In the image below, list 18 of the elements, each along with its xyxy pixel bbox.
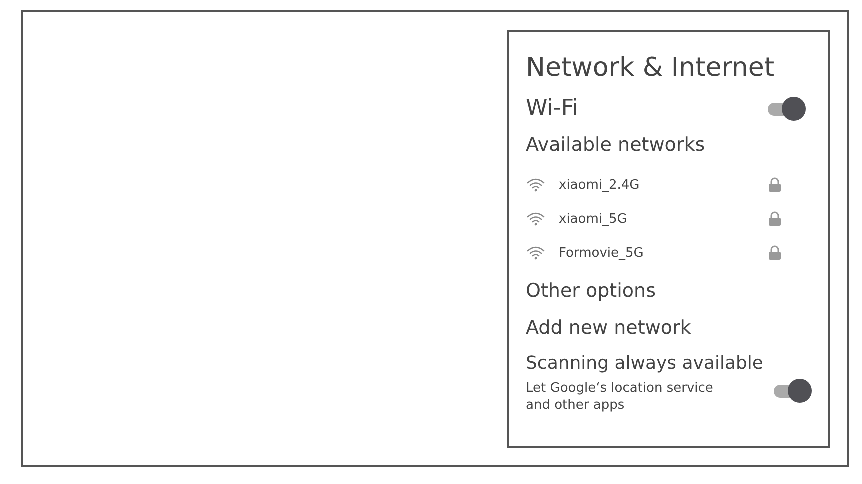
network-name: Formovie_5G — [559, 246, 645, 260]
wifi-icon — [526, 245, 546, 261]
scanning-description: Let Google‘s location service and other apps — [526, 380, 714, 414]
add-network-link[interactable]: Add new network — [526, 315, 828, 341]
network-name: xiaomi_5G — [559, 212, 628, 226]
toggle-switch[interactable] — [768, 97, 806, 121]
wifi-icon — [526, 177, 546, 193]
network-item[interactable]: Formovie_5G — [526, 236, 782, 270]
toggle-switch[interactable] — [774, 379, 812, 403]
wifi-icon — [526, 211, 546, 227]
network-name: xiaomi_2.4G — [559, 178, 641, 192]
section-heading: Available networks — [526, 133, 706, 158]
network-item[interactable]: xiaomi_5G — [526, 202, 782, 236]
wifi-label: Wi-Fi — [526, 95, 578, 123]
section-heading: Other options — [526, 279, 657, 304]
panel-title: Network & Internet — [526, 52, 776, 85]
scanning-label: Scanning always available — [526, 352, 764, 376]
network-item[interactable]: xiaomi_2.4G — [526, 168, 782, 202]
